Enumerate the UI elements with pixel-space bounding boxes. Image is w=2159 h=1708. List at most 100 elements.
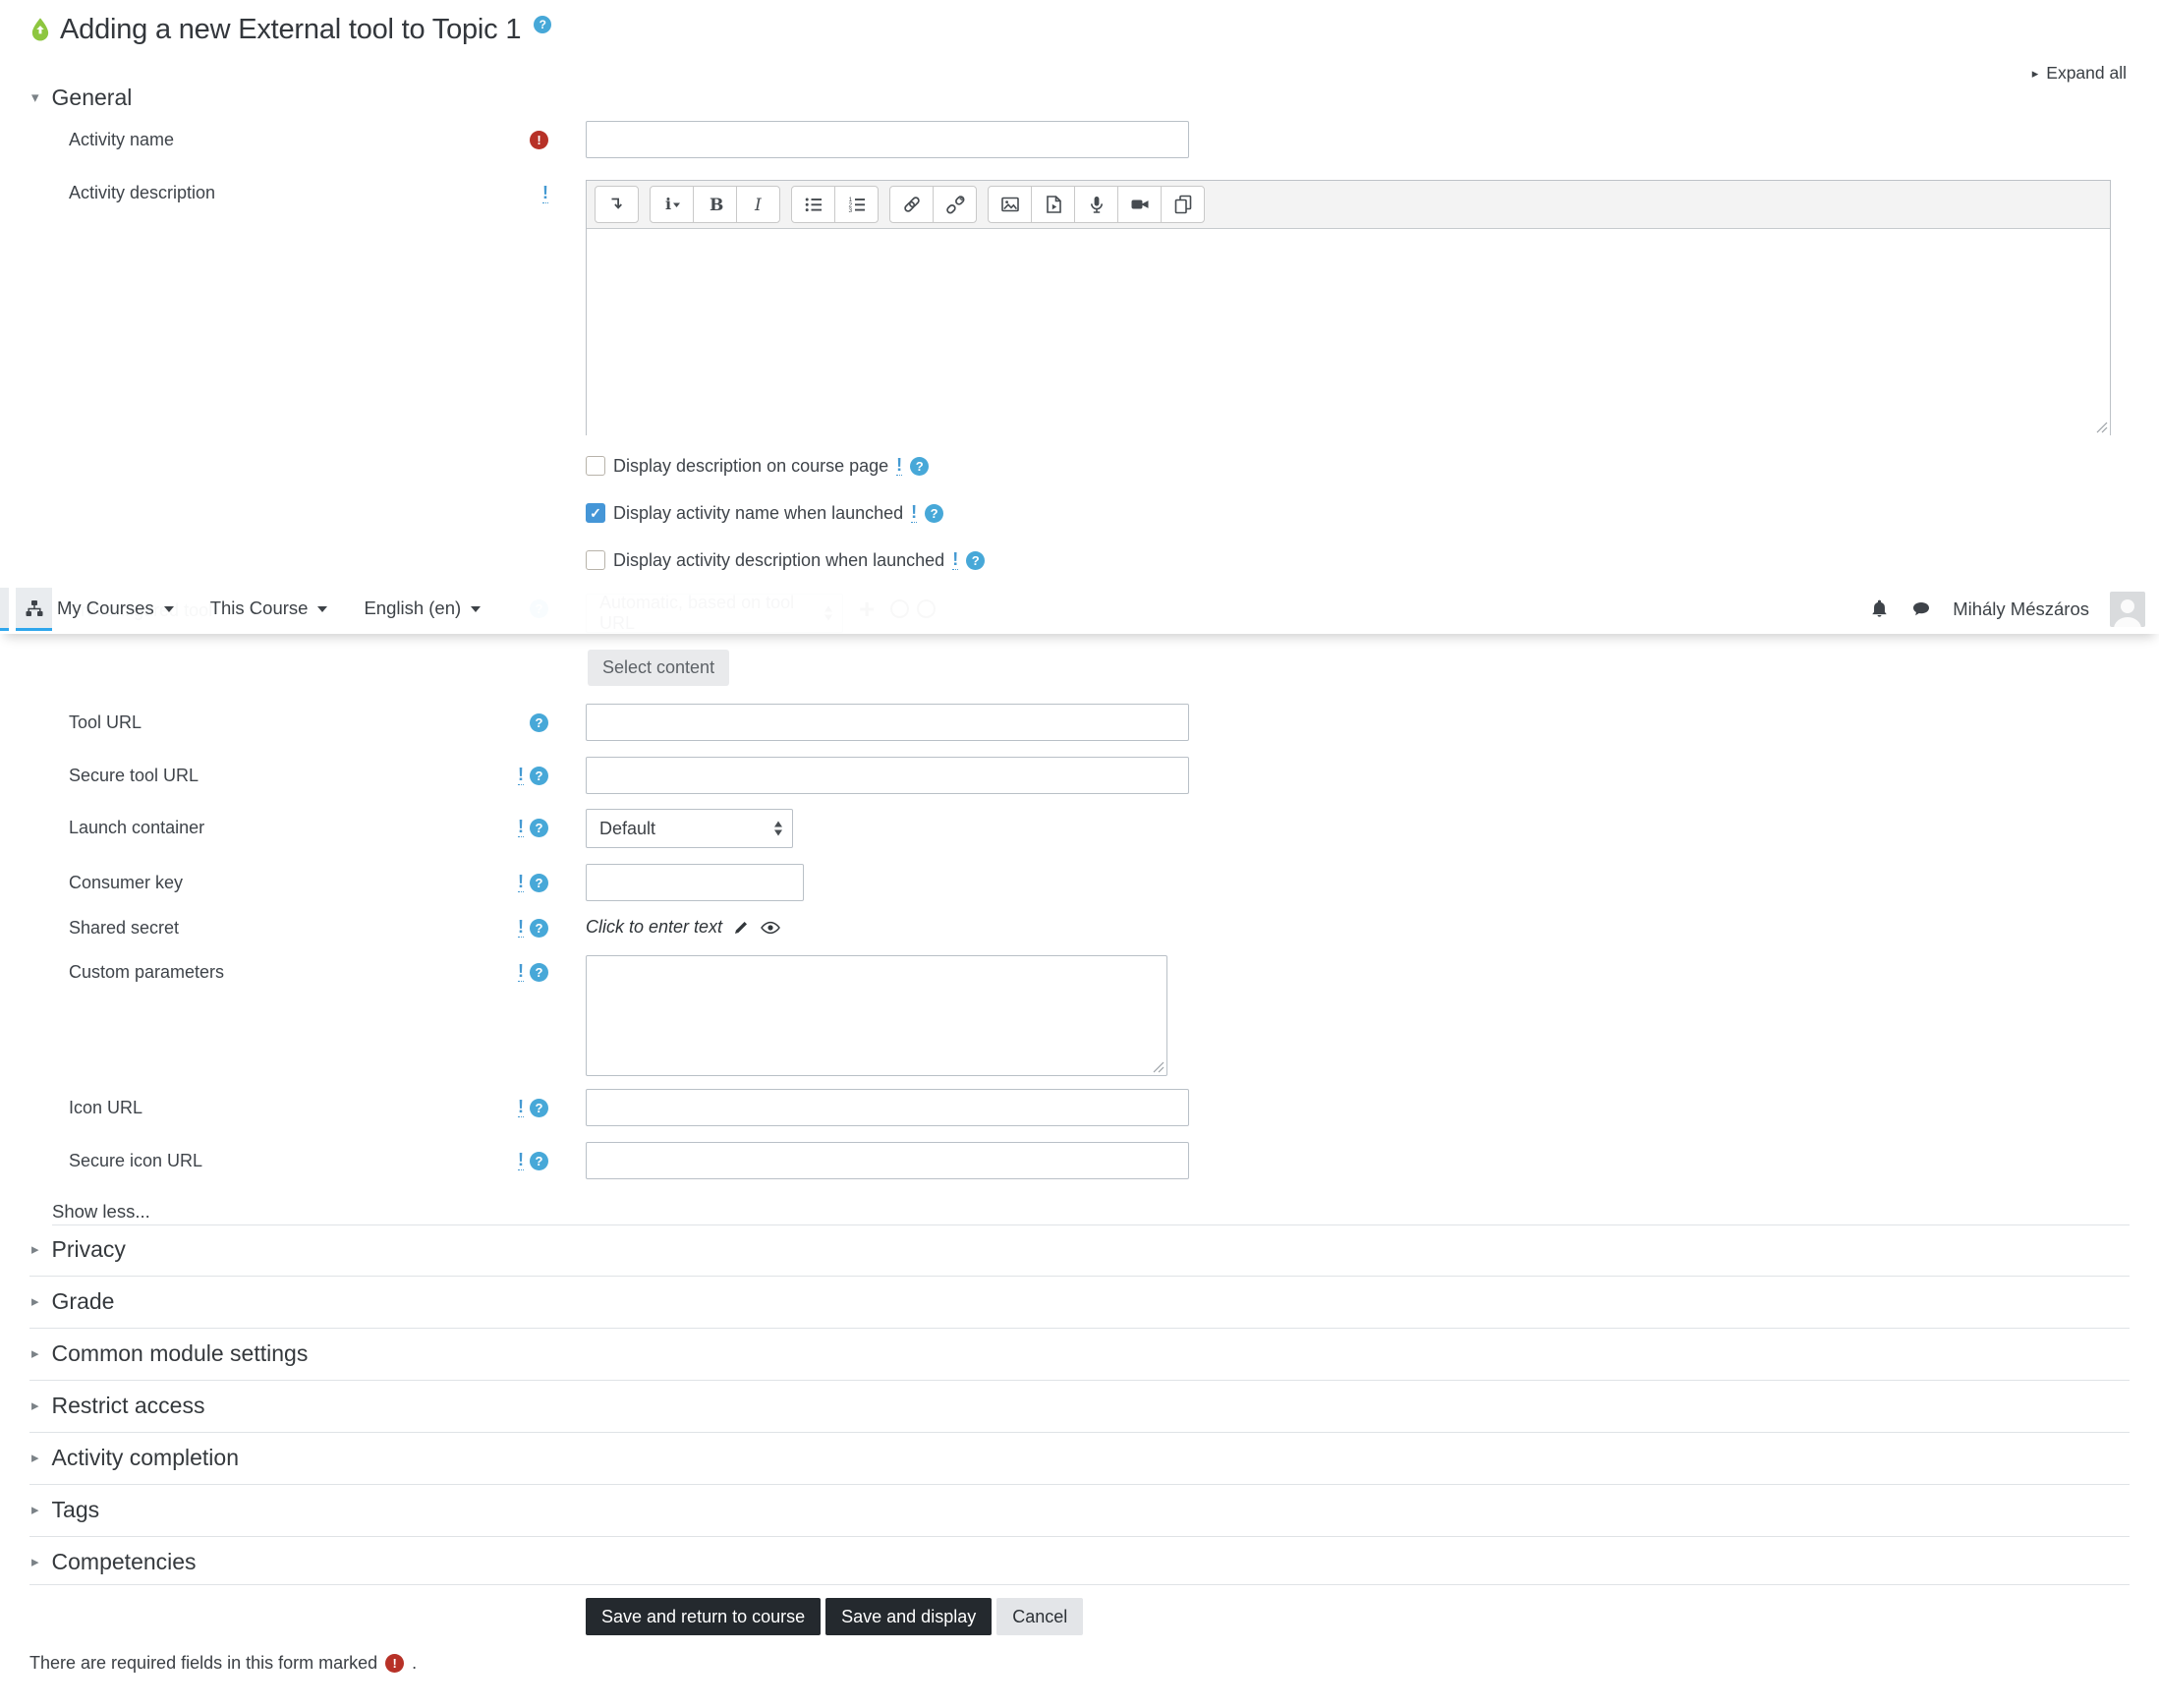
- help-icon[interactable]: ?: [530, 712, 548, 732]
- messages-icon[interactable]: [1910, 599, 1932, 619]
- save-and-return-button[interactable]: Save and return to course: [586, 1598, 822, 1635]
- section-privacy-toggle[interactable]: ▸ Privacy: [31, 1236, 126, 1263]
- page-title-row: Adding a new External tool to Topic 1 ?: [29, 14, 552, 46]
- triangle-right-icon: ▸: [31, 1502, 39, 1518]
- tooltip-exclamation-icon[interactable]: !: [518, 1151, 524, 1170]
- resize-handle-icon[interactable]: [1153, 1061, 1165, 1073]
- expand-all-link[interactable]: ▸ Expand all: [2032, 63, 2127, 84]
- triangle-right-icon: ▸: [2031, 65, 2039, 81]
- bold-icon[interactable]: B: [693, 186, 737, 223]
- nav-language[interactable]: English (en): [364, 598, 482, 619]
- help-icon[interactable]: ?: [534, 15, 552, 33]
- tooltip-exclamation-icon[interactable]: !: [542, 184, 548, 203]
- secure-tool-url-input[interactable]: [586, 757, 1189, 794]
- tooltip-exclamation-icon[interactable]: !: [896, 456, 903, 476]
- section-general-toggle[interactable]: ▾ General: [31, 85, 132, 111]
- editor-content-area[interactable]: [587, 229, 2110, 435]
- help-icon[interactable]: ?: [530, 873, 548, 892]
- eye-icon[interactable]: [761, 920, 780, 936]
- secure-icon-url-label: Secure icon URL: [69, 1151, 203, 1170]
- icon-url-label: Icon URL: [69, 1098, 143, 1117]
- unordered-list-icon[interactable]: [791, 186, 835, 223]
- page-title: Adding a new External tool to Topic 1: [60, 14, 522, 45]
- checkbox-row-display-description: Display description on course page ! ?: [586, 454, 930, 478]
- tooltip-exclamation-icon[interactable]: !: [518, 1098, 524, 1117]
- nav-this-course[interactable]: This Course: [210, 598, 328, 619]
- help-icon[interactable]: ?: [530, 962, 548, 982]
- consumer-key-input[interactable]: [586, 864, 804, 901]
- paragraph-styles-icon[interactable]: i: [650, 186, 694, 223]
- activity-name-label: Activity name: [69, 130, 175, 149]
- link-icon[interactable]: [889, 186, 934, 223]
- tool-url-label: Tool URL: [69, 712, 142, 732]
- help-icon[interactable]: ?: [530, 818, 548, 837]
- record-audio-icon[interactable]: [1074, 186, 1118, 223]
- triangle-down-icon: ▾: [31, 89, 39, 106]
- secure-tool-url-label: Secure tool URL: [69, 766, 199, 785]
- section-grade-toggle[interactable]: ▸ Grade: [31, 1288, 114, 1315]
- nav-my-courses[interactable]: My Courses: [57, 598, 174, 619]
- insert-image-icon[interactable]: [988, 186, 1032, 223]
- record-video-icon[interactable]: [1117, 186, 1162, 223]
- secure-icon-url-input[interactable]: [586, 1142, 1189, 1179]
- italic-icon[interactable]: I: [736, 186, 780, 223]
- tooltip-exclamation-icon[interactable]: !: [952, 550, 959, 570]
- tool-url-input[interactable]: [586, 704, 1189, 741]
- notifications-bell-icon[interactable]: [1869, 598, 1890, 619]
- custom-parameters-textarea[interactable]: [586, 955, 1167, 1076]
- tooltip-exclamation-icon[interactable]: !: [518, 766, 524, 785]
- svg-text:B: B: [710, 196, 723, 215]
- resize-handle-icon[interactable]: [2096, 422, 2108, 433]
- section-common-module-toggle[interactable]: ▸ Common module settings: [31, 1340, 308, 1367]
- help-icon[interactable]: ?: [530, 1151, 548, 1170]
- avatar[interactable]: [2110, 591, 2145, 627]
- help-icon[interactable]: ?: [966, 550, 986, 570]
- pencil-icon[interactable]: [733, 919, 750, 936]
- external-tool-icon: [29, 17, 51, 43]
- svg-text:i: i: [665, 195, 671, 213]
- help-icon[interactable]: ?: [925, 503, 944, 523]
- section-competencies-toggle[interactable]: ▸ Competencies: [31, 1549, 197, 1575]
- display-activity-description-checkbox[interactable]: [586, 550, 605, 570]
- user-name[interactable]: Mihály Mészáros: [1953, 598, 2089, 620]
- select-content-button[interactable]: Select content: [588, 650, 730, 686]
- help-icon[interactable]: ?: [530, 766, 548, 785]
- tooltip-exclamation-icon[interactable]: !: [518, 962, 524, 982]
- triangle-right-icon: ▸: [31, 1293, 39, 1310]
- custom-parameters-label: Custom parameters: [69, 962, 225, 982]
- tooltip-exclamation-icon[interactable]: !: [518, 918, 524, 938]
- help-icon[interactable]: ?: [530, 1098, 548, 1117]
- activity-description-label: Activity description: [69, 183, 216, 202]
- help-icon[interactable]: ?: [910, 456, 930, 476]
- unlink-icon[interactable]: [933, 186, 977, 223]
- save-and-display-button[interactable]: Save and display: [825, 1598, 993, 1635]
- section-restrict-access-toggle[interactable]: ▸ Restrict access: [31, 1393, 204, 1419]
- consumer-key-label: Consumer key: [69, 873, 184, 892]
- ordered-list-icon[interactable]: 1 2 3: [834, 186, 879, 223]
- insert-media-icon[interactable]: [1031, 186, 1075, 223]
- shared-secret-inline-edit[interactable]: Click to enter text: [586, 917, 722, 938]
- form-actions: Save and return to course Save and displ…: [586, 1598, 1084, 1635]
- checkbox-row-display-activity-description: Display activity description when launch…: [586, 548, 986, 572]
- collapse-toolbar-icon[interactable]: [595, 186, 639, 223]
- sitemap-icon[interactable]: [16, 588, 52, 631]
- shared-secret-label: Shared secret: [69, 918, 180, 938]
- tooltip-exclamation-icon[interactable]: !: [518, 873, 524, 892]
- activity-name-input[interactable]: [586, 121, 1189, 158]
- cancel-button[interactable]: Cancel: [996, 1598, 1084, 1635]
- tooltip-exclamation-icon[interactable]: !: [518, 818, 524, 837]
- launch-container-select[interactable]: Default: [586, 809, 793, 848]
- required-icon: !: [385, 1654, 405, 1673]
- display-description-checkbox[interactable]: [586, 456, 605, 476]
- required-icon: !: [530, 130, 548, 149]
- help-icon[interactable]: ?: [530, 918, 548, 938]
- icon-url-input[interactable]: [586, 1089, 1189, 1126]
- section-tags-toggle[interactable]: ▸ Tags: [31, 1497, 99, 1523]
- tooltip-exclamation-icon[interactable]: !: [911, 503, 918, 523]
- checkbox-row-display-activity-name: ✓ Display activity name when launched ! …: [586, 501, 944, 525]
- manage-files-icon[interactable]: [1161, 186, 1205, 223]
- section-activity-completion-toggle[interactable]: ▸ Activity completion: [31, 1445, 239, 1471]
- display-activity-name-checkbox[interactable]: ✓: [586, 503, 605, 523]
- show-less-link[interactable]: Show less...: [52, 1201, 150, 1223]
- triangle-right-icon: ▸: [31, 1345, 39, 1362]
